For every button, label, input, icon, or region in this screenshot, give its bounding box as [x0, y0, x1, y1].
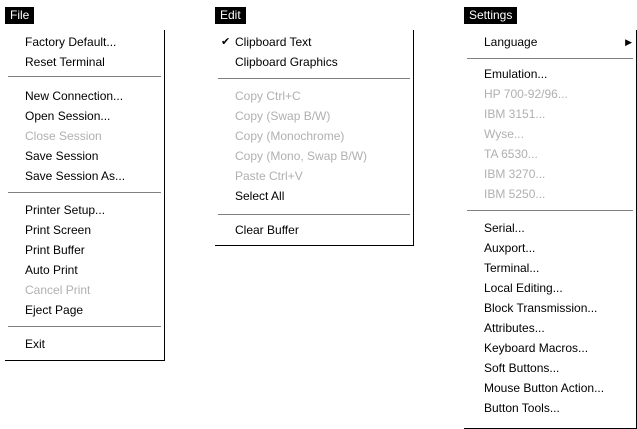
- menu-item-factory-default[interactable]: Factory Default...: [5, 32, 164, 52]
- menu-item-copy: Copy Ctrl+C: [235, 89, 301, 103]
- menu-item-copy-mono: Copy (Monochrome): [235, 129, 345, 143]
- menu-item-keyboard-macros[interactable]: Keyboard Macros...: [464, 338, 636, 358]
- menu-title-file[interactable]: File: [5, 7, 35, 24]
- menu-item-auto-print[interactable]: Auto Print: [5, 260, 164, 280]
- menu-item-clear-buffer[interactable]: Clear Buffer: [215, 220, 413, 240]
- menu-item-clipboard-text[interactable]: ✔ Clipboard Text: [215, 32, 413, 52]
- menu-title-settings[interactable]: Settings: [464, 7, 518, 24]
- menu-item-block-transmission[interactable]: Block Transmission...: [464, 298, 636, 318]
- menu-file: Factory Default... Reset Terminal New Co…: [5, 30, 165, 361]
- menu-item-serial[interactable]: Serial...: [464, 218, 636, 238]
- menu-separator: [8, 192, 161, 194]
- menu-item-reset-terminal[interactable]: Reset Terminal: [5, 52, 164, 72]
- menu-item-wyse: Wyse...: [484, 127, 524, 141]
- menu-item-close-session: Close Session: [25, 129, 102, 143]
- submenu-arrow-icon: ▶: [625, 37, 632, 47]
- menu-edit: ✔ Clipboard Text Clipboard Graphics Copy…: [215, 30, 414, 246]
- menu-separator: [467, 210, 633, 212]
- menu-item-ta-6530: TA 6530...: [484, 147, 538, 161]
- menu-item-local-editing[interactable]: Local Editing...: [464, 278, 636, 298]
- menu-item-label: Language: [484, 35, 538, 49]
- menu-item-hp-700: HP 700-92/96...: [484, 87, 568, 101]
- menu-item-attributes[interactable]: Attributes...: [464, 318, 636, 338]
- menu-title-edit[interactable]: Edit: [215, 7, 246, 24]
- menu-item-paste: Paste Ctrl+V: [235, 169, 303, 183]
- menu-item-ibm-3151: IBM 3151...: [484, 107, 546, 121]
- menu-item-open-session[interactable]: Open Session...: [5, 106, 164, 126]
- menu-item-save-session[interactable]: Save Session: [5, 146, 164, 166]
- menu-item-print-buffer[interactable]: Print Buffer: [5, 240, 164, 260]
- menu-item-new-connection[interactable]: New Connection...: [5, 86, 164, 106]
- menu-item-exit[interactable]: Exit: [5, 334, 164, 354]
- menu-separator: [218, 78, 410, 80]
- menu-item-soft-buttons[interactable]: Soft Buttons...: [464, 358, 636, 378]
- menu-item-ibm-3270: IBM 3270...: [484, 167, 546, 181]
- menu-item-eject-page[interactable]: Eject Page: [5, 300, 164, 320]
- menu-item-ibm-5250: IBM 5250...: [484, 187, 546, 201]
- menu-item-copy-swap: Copy (Swap B/W): [235, 109, 331, 123]
- menu-item-button-tools[interactable]: Button Tools...: [464, 398, 636, 418]
- menu-separator: [8, 76, 161, 78]
- menu-item-save-session-as[interactable]: Save Session As...: [5, 166, 164, 186]
- menu-separator: [8, 326, 161, 328]
- menu-item-emulation[interactable]: Emulation...: [464, 64, 636, 84]
- menu-separator: [467, 58, 633, 60]
- menu-item-copy-mono-swap: Copy (Mono, Swap B/W): [235, 149, 368, 163]
- menu-item-cancel-print: Cancel Print: [25, 283, 91, 297]
- menu-separator: [218, 214, 410, 216]
- menu-item-clipboard-graphics[interactable]: Clipboard Graphics: [215, 52, 413, 72]
- checkmark-icon: ✔: [221, 36, 231, 48]
- menu-item-mouse-button-action[interactable]: Mouse Button Action...: [464, 378, 636, 398]
- menu-item-language[interactable]: Language ▶: [464, 32, 636, 52]
- menu-item-printer-setup[interactable]: Printer Setup...: [5, 200, 164, 220]
- menu-item-print-screen[interactable]: Print Screen: [5, 220, 164, 240]
- menu-item-terminal[interactable]: Terminal...: [464, 258, 636, 278]
- menu-item-auxport[interactable]: Auxport...: [464, 238, 636, 258]
- menu-settings: Language ▶ Emulation... HP 700-92/96... …: [464, 30, 637, 429]
- menu-item-select-all[interactable]: Select All: [215, 186, 413, 206]
